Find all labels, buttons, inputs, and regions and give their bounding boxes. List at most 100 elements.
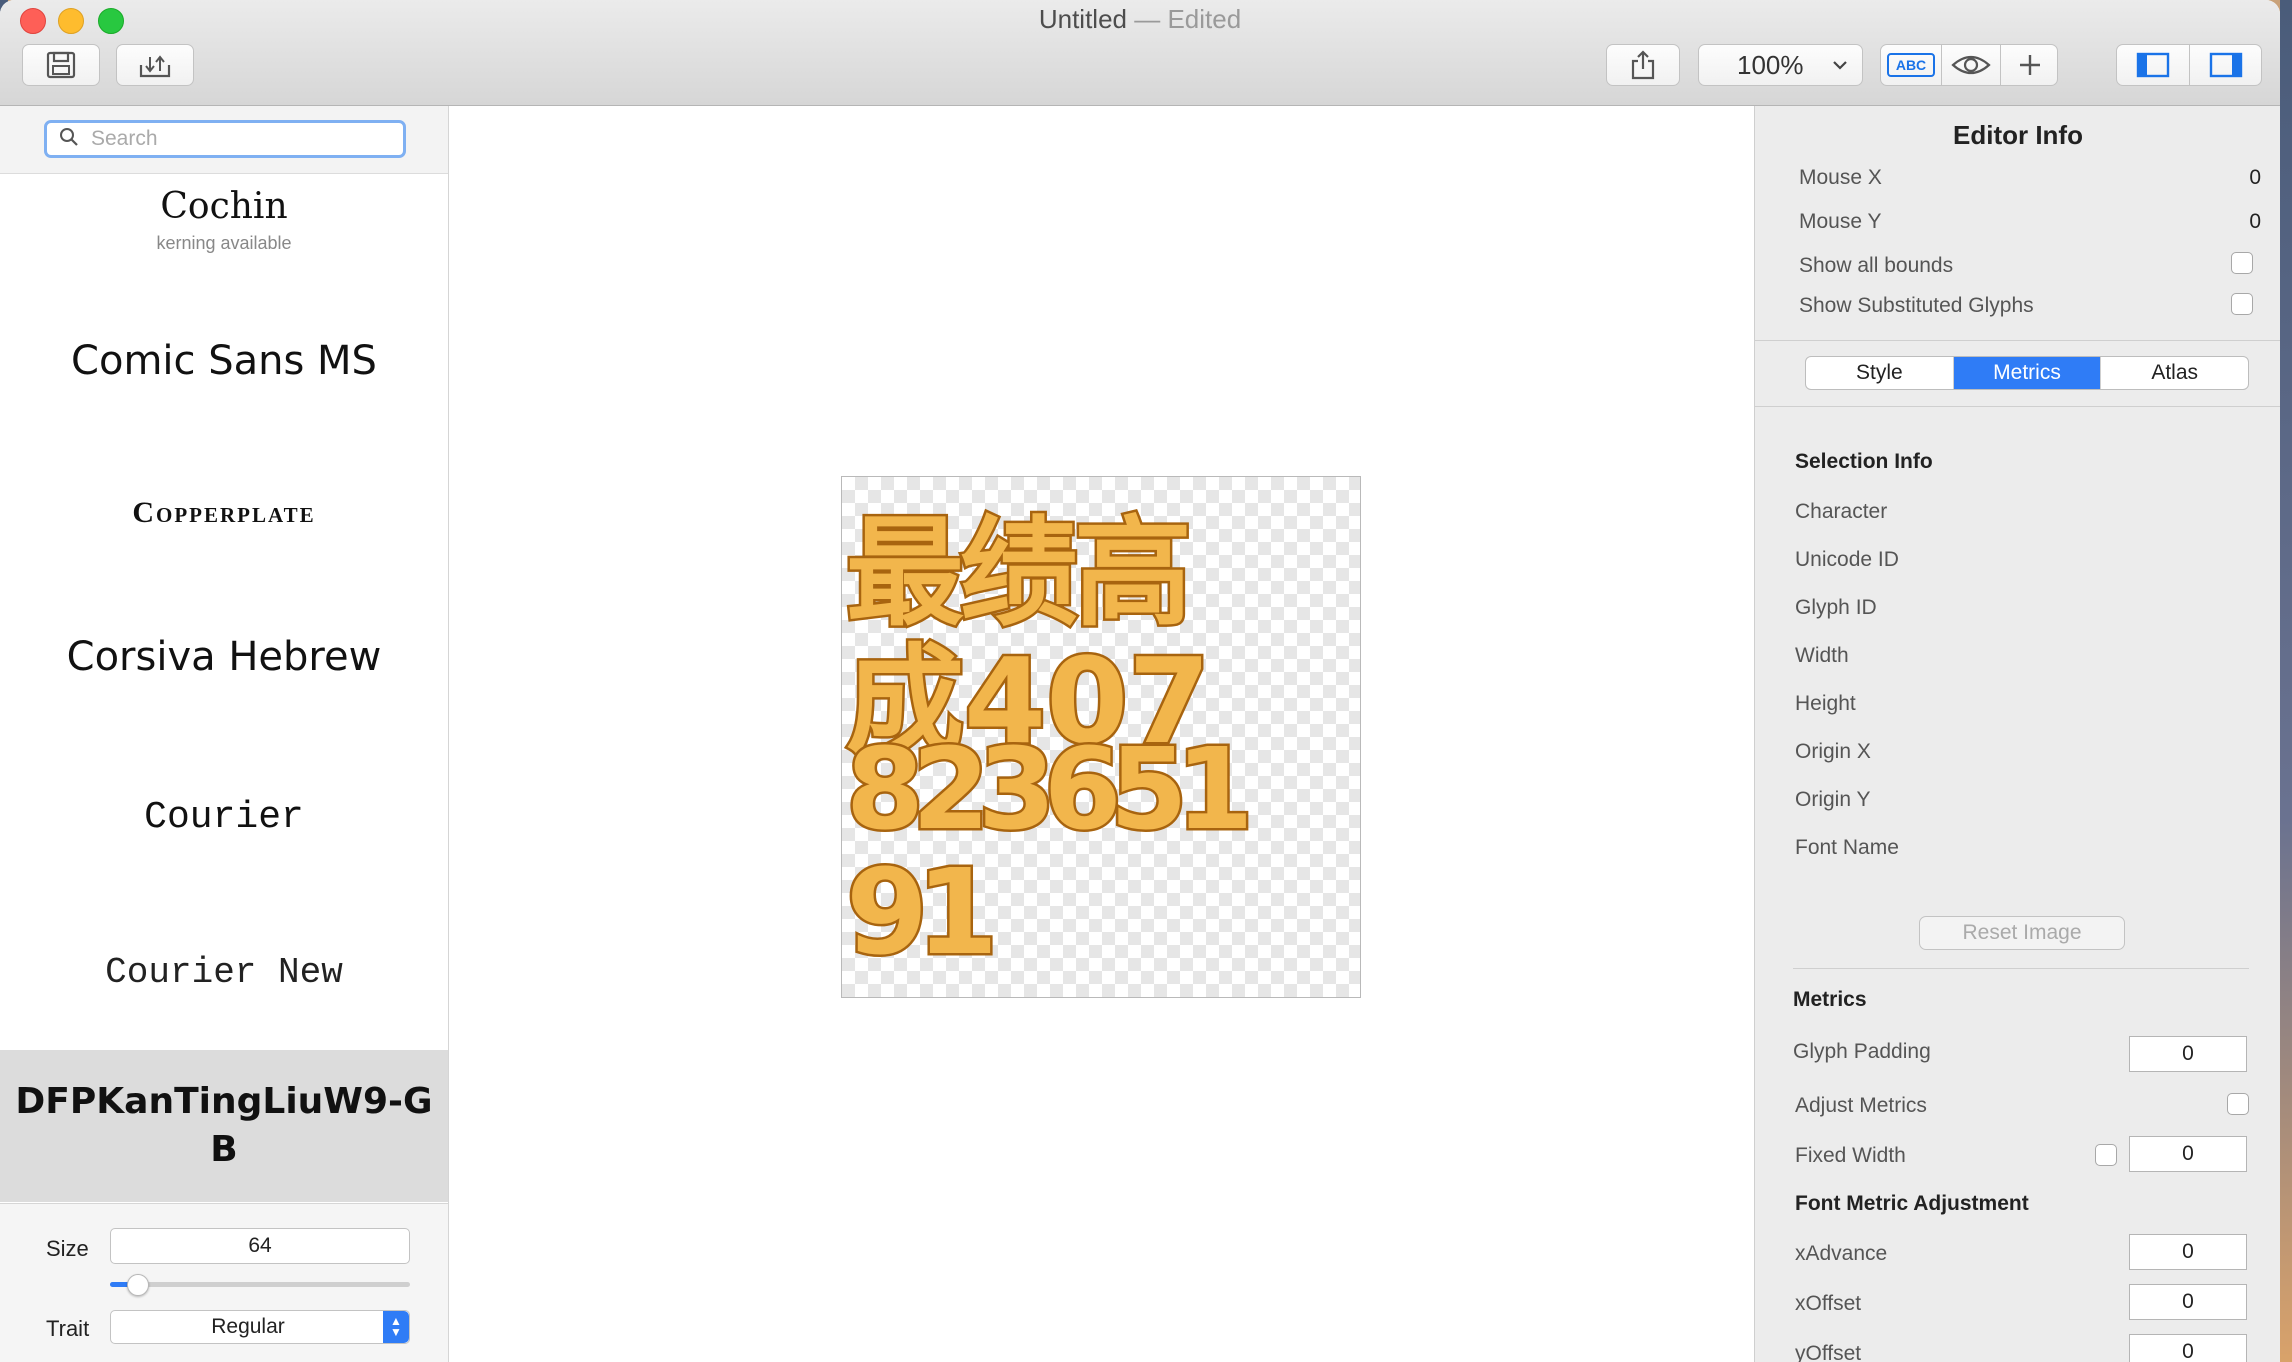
mouse-x-label: Mouse X	[1799, 166, 1882, 189]
trait-value: Regular	[211, 1315, 285, 1338]
font-item-name: Corsiva Hebrew	[66, 634, 382, 680]
font-item-courier-new[interactable]: Courier New	[0, 952, 448, 1052]
font-list-sidebar: Cochin kerning available Comic Sans MS C…	[0, 106, 449, 1362]
size-label: Size	[46, 1236, 89, 1261]
xadvance-label: xAdvance	[1795, 1242, 1888, 1265]
mouse-y-label: Mouse Y	[1799, 210, 1882, 233]
glyph-atlas-preview[interactable]: 最绩高 成407 823651 91	[841, 476, 1361, 998]
import-export-icon	[138, 51, 172, 79]
chevron-down-icon	[1832, 60, 1848, 70]
size-slider[interactable]	[110, 1274, 410, 1296]
search-icon	[59, 127, 79, 152]
spelling-toggle-button[interactable]: ABC	[1881, 45, 1941, 85]
reset-image-button[interactable]: Reset Image	[1919, 916, 2125, 950]
toggle-left-panel-button[interactable]	[2117, 45, 2189, 85]
tab-atlas[interactable]: Atlas	[2101, 357, 2248, 389]
font-metric-adjustment-title: Font Metric Adjustment	[1795, 1192, 2029, 1215]
origin-y-label: Origin Y	[1795, 788, 1871, 811]
font-item-corsiva-hebrew[interactable]: Corsiva Hebrew	[0, 634, 448, 734]
search-field[interactable]	[44, 120, 406, 158]
zoom-value: 100%	[1737, 49, 1804, 80]
width-label: Width	[1795, 644, 1849, 667]
right-sidebar-icon	[2209, 52, 2243, 78]
tab-metrics[interactable]: Metrics	[1953, 357, 2102, 389]
glyph-id-label: Glyph ID	[1795, 596, 1877, 619]
glyph-padding-label: Glyph Padding	[1793, 1040, 1931, 1063]
font-item-name: Courier	[144, 796, 304, 839]
font-item-courier[interactable]: Courier	[0, 796, 448, 896]
edited-status: — Edited	[1134, 4, 1242, 34]
font-name-label: Font Name	[1795, 836, 1899, 859]
add-button[interactable]	[2001, 45, 2059, 85]
toolbar: Untitled — Edited 100% ABC	[0, 0, 2280, 106]
inspector-panel: Editor Info Mouse X 0 Mouse Y 0 Show all…	[1754, 106, 2280, 1362]
xadvance-field[interactable]: 0	[2129, 1234, 2247, 1270]
metrics-title: Metrics	[1793, 988, 1867, 1011]
unicode-id-label: Unicode ID	[1795, 548, 1899, 571]
xoffset-field[interactable]: 0	[2129, 1284, 2247, 1320]
yoffset-label: yOffset	[1795, 1342, 1862, 1362]
desktop-wallpaper-right	[2280, 0, 2292, 1362]
divider	[1755, 406, 2280, 407]
panel-toggle-group	[2116, 44, 2262, 86]
trait-label: Trait	[46, 1316, 90, 1341]
spelling-icon: ABC	[1887, 53, 1935, 77]
character-label: Character	[1795, 500, 1888, 523]
size-value: 64	[248, 1234, 272, 1257]
search-input[interactable]	[89, 126, 383, 152]
fixed-width-checkbox[interactable]	[2095, 1144, 2117, 1166]
adjust-metrics-label: Adjust Metrics	[1795, 1094, 1927, 1117]
show-bounds-label: Show all bounds	[1799, 254, 1954, 277]
font-item-copperplate[interactable]: Copperplate	[0, 496, 448, 596]
show-bounds-checkbox[interactable]	[2231, 252, 2253, 274]
trait-popup[interactable]: Regular ▲ ▼	[110, 1310, 410, 1344]
inspector-title: Editor Info	[1953, 120, 2083, 150]
xoffset-label: xOffset	[1795, 1292, 1862, 1315]
glyph-row-4: 91	[843, 841, 1000, 984]
fixed-width-label: Fixed Width	[1795, 1144, 1906, 1167]
left-sidebar-icon	[2136, 52, 2170, 78]
mouse-x-value: 0	[2249, 166, 2261, 189]
divider	[1755, 340, 2280, 341]
yoffset-field[interactable]: 0	[2129, 1334, 2247, 1362]
mouse-y-value: 0	[2249, 210, 2261, 233]
adjust-metrics-checkbox[interactable]	[2227, 1093, 2249, 1115]
zoom-popup[interactable]: 100%	[1698, 44, 1863, 86]
share-icon	[1630, 50, 1656, 80]
search-bar	[0, 106, 448, 174]
size-field[interactable]: 64	[110, 1228, 410, 1264]
share-button[interactable]	[1606, 44, 1680, 86]
preview-button[interactable]	[1942, 45, 2000, 85]
font-item-name: Copperplate	[132, 496, 316, 529]
plus-icon	[2018, 53, 2042, 77]
font-item-name: Comic Sans MS	[71, 338, 377, 384]
glyph-row-3: 823651	[844, 723, 1257, 858]
font-item-name: DFPKanTingLiuW9-GB	[15, 1081, 433, 1170]
font-item-name: Courier New	[105, 952, 343, 993]
font-item-name: Cochin	[160, 186, 288, 227]
save-button[interactable]	[22, 44, 100, 86]
tab-style[interactable]: Style	[1806, 357, 1954, 389]
editor-canvas[interactable]: 最绩高 成407 823651 91	[449, 106, 1753, 1362]
window-title: Untitled — Edited	[0, 4, 2280, 35]
chevron-updown-icon: ▲ ▼	[383, 1311, 409, 1343]
font-item-dfpkantingliu[interactable]: DFPKanTingLiuW9-GB	[0, 1050, 448, 1202]
origin-x-label: Origin X	[1795, 740, 1871, 763]
font-item-comic-sans[interactable]: Comic Sans MS	[0, 338, 448, 438]
show-substituted-label: Show Substituted Glyphs	[1799, 294, 2034, 317]
document-name: Untitled	[1038, 4, 1127, 34]
toggle-right-panel-button[interactable]	[2190, 45, 2262, 85]
divider	[1793, 968, 2249, 969]
font-item-note: kerning available	[156, 233, 292, 253]
size-slider-thumb[interactable]	[127, 1274, 149, 1296]
glyph-padding-field[interactable]: 0	[2129, 1036, 2247, 1072]
save-icon	[46, 51, 76, 79]
eye-icon	[1951, 53, 1991, 77]
height-label: Height	[1795, 692, 1856, 715]
font-item-cochin[interactable]: Cochin kerning available	[0, 186, 448, 306]
export-button[interactable]	[116, 44, 194, 86]
app-window: Untitled — Edited 100% ABC Search Cochin…	[0, 0, 2280, 1362]
fixed-width-field[interactable]: 0	[2129, 1136, 2247, 1172]
show-substituted-checkbox[interactable]	[2231, 293, 2253, 315]
selection-info-title: Selection Info	[1795, 450, 1933, 473]
